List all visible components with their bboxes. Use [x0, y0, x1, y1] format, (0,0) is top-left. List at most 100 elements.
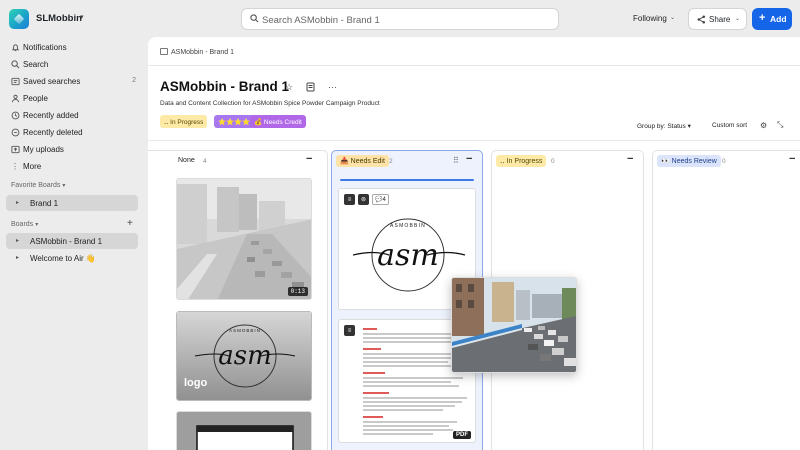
main-panel: ASMobbin - Brand 1 ASMobbin - Brand 1 ☆ … — [148, 37, 800, 450]
image-thumbnail — [177, 412, 311, 450]
search-placeholder: Search ASMobbin - Brand 1 — [262, 15, 380, 26]
plus-icon: + — [759, 12, 766, 24]
column-title: ‥ In Progress — [496, 155, 547, 167]
dragging-image-card[interactable] — [451, 277, 577, 373]
chevron-down-icon[interactable]: ⌄ — [670, 14, 675, 21]
status-badge[interactable]: ‥ In Progress — [160, 115, 208, 128]
board-label: ASMobbin - Brand 1 — [30, 237, 103, 246]
collapse-icon[interactable]: ⤡ — [777, 120, 783, 130]
column-header[interactable]: ‥ In Progress 0 − — [492, 151, 643, 173]
sidebar-item-recently-deleted[interactable]: Recently deleted — [6, 124, 140, 140]
sidebar-item-recently-added[interactable]: Recently added — [6, 107, 140, 123]
boards-header[interactable]: Boards ▾ — [11, 221, 38, 228]
gear-icon[interactable]: ⚙ — [760, 121, 767, 130]
comment-icon: 💬 — [375, 197, 383, 203]
column-header[interactable]: 📥 Needs Edit 2 ⠿ − — [332, 151, 482, 173]
video-card[interactable]: 0:13 — [176, 178, 312, 300]
credit-badge[interactable]: 💰 Needs Credit — [250, 115, 306, 128]
share-label: Share — [709, 15, 731, 24]
divider — [148, 140, 800, 141]
column-title: 👀 Needs Review — [657, 155, 721, 167]
more-icon: ⋮ — [11, 161, 19, 171]
add-label: Add — [770, 14, 787, 24]
workspace-logo[interactable] — [9, 9, 29, 29]
notes-icon[interactable] — [306, 82, 315, 94]
notes-icon[interactable]: ≡ — [344, 325, 355, 336]
upload-icon — [10, 144, 20, 154]
card-toolbar: ≡ ⊚ 💬 4 — [344, 194, 389, 205]
collapse-column-icon[interactable]: − — [466, 153, 472, 165]
sidebar-item-people[interactable]: People — [6, 90, 140, 106]
column-count: 0 — [551, 158, 555, 165]
board-item-asmobbin[interactable]: ▸ ASMobbin - Brand 1 — [6, 233, 138, 249]
share-button[interactable]: Share ⌄ — [688, 8, 747, 30]
collapse-column-icon[interactable]: − — [627, 153, 633, 165]
doc-heading — [363, 372, 385, 374]
svg-text:asm: asm — [218, 341, 272, 371]
sidebar-item-label: My uploads — [23, 145, 64, 154]
pdf-badge: PDF — [453, 431, 471, 439]
custom-sort-button[interactable]: Custom sort — [712, 122, 747, 129]
column-header[interactable]: None 4 − — [148, 151, 327, 173]
doc-heading — [363, 392, 389, 394]
group-by-dropdown[interactable]: Group by: Status ▾ — [637, 122, 691, 130]
chevron-down-icon: ▾ — [687, 123, 691, 130]
workspace-name[interactable]: SLMobbin — [36, 13, 82, 24]
breadcrumb[interactable]: ASMobbin - Brand 1 — [160, 48, 234, 56]
add-button[interactable]: + Add — [752, 8, 792, 30]
collapse-column-icon[interactable]: − — [789, 153, 795, 165]
logo-label: logo — [184, 377, 208, 389]
divider — [148, 65, 800, 66]
sidebar-item-notifications[interactable]: Notifications — [6, 39, 140, 55]
drag-handle-icon[interactable]: ⠿ — [453, 156, 459, 165]
svg-text:ASMOBBIN: ASMOBBIN — [229, 328, 261, 333]
chevron-right-icon[interactable]: ▸ — [16, 237, 19, 244]
favorite-board-item[interactable]: ▸ Brand 1 — [6, 195, 138, 211]
following-button[interactable]: Following — [633, 14, 667, 23]
notes-icon[interactable]: ≡ — [344, 194, 355, 205]
people-icon — [10, 93, 20, 103]
search-icon — [10, 59, 20, 69]
logo-card[interactable]: asm ASMOBBIN logo — [176, 311, 312, 401]
collapse-column-icon[interactable]: − — [306, 153, 312, 165]
sidebar-item-label: Recently added — [23, 111, 79, 120]
sidebar-item-search[interactable]: Search — [6, 56, 140, 72]
favorite-board-label: Brand 1 — [30, 199, 59, 208]
sidebar-item-saved-searches[interactable]: Saved searches 2 — [6, 73, 140, 89]
star-icon[interactable]: ☆ — [285, 82, 293, 93]
sidebar-item-more[interactable]: ⋮ More — [6, 158, 140, 174]
column-none: None 4 − 0:13 asm ASMOBBIN logo — [148, 150, 328, 450]
upload-progress-bar — [340, 179, 474, 181]
column-count: 0 — [722, 158, 726, 165]
doc-heading — [363, 348, 381, 350]
sidebar-item-label: More — [23, 162, 42, 171]
favorite-boards-header[interactable]: Favorite Boards ▾ — [11, 182, 65, 189]
add-board-icon[interactable]: + — [127, 218, 133, 229]
column-header[interactable]: 👀 Needs Review 0 − — [653, 151, 800, 173]
sidebar-item-label: Notifications — [23, 43, 67, 52]
more-options-icon[interactable]: ··· — [328, 82, 337, 92]
sidebar-item-my-uploads[interactable]: My uploads — [6, 141, 140, 157]
image-card[interactable] — [176, 411, 312, 450]
chevron-down-icon: ▾ — [62, 183, 66, 189]
sidebar-item-label: People — [23, 94, 48, 103]
sidebar-item-label: Search — [23, 60, 49, 69]
rating-badge[interactable]: ⭐⭐⭐⭐ — [214, 115, 255, 128]
search-input[interactable]: Search ASMobbin - Brand 1 — [241, 8, 559, 30]
board-icon — [160, 48, 168, 55]
chevron-down-icon[interactable]: ▾ — [80, 13, 84, 21]
column-title: 📥 Needs Edit — [336, 155, 389, 167]
saved-search-icon — [10, 76, 20, 86]
comment-count-button[interactable]: 💬 4 — [372, 194, 389, 205]
link-icon[interactable]: ⊚ — [358, 194, 369, 205]
column-title: None — [178, 157, 195, 164]
sidebar-item-label: Saved searches — [23, 77, 81, 86]
chevron-right-icon[interactable]: ▸ — [16, 199, 19, 206]
trash-icon — [10, 127, 20, 137]
chevron-right-icon[interactable]: ▸ — [16, 254, 19, 261]
column-count: 2 — [389, 158, 393, 165]
board-item-welcome[interactable]: ▸ Welcome to Air 👋 — [6, 250, 138, 266]
column-needs-review: 👀 Needs Review 0 − — [652, 150, 800, 450]
share-icon — [697, 15, 706, 24]
chevron-down-icon: ▾ — [35, 222, 39, 228]
